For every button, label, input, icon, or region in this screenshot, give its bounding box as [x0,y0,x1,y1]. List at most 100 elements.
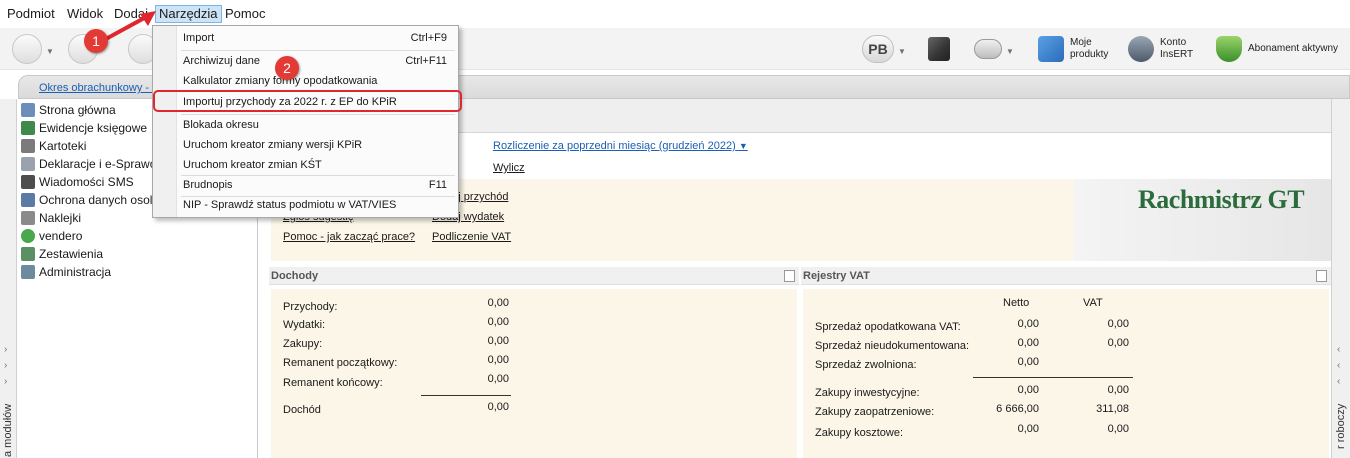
admin-icon [21,265,35,279]
menu-item-nip-vies[interactable]: NIP - Sprawdź status podmiotu w VAT/VIES [183,196,453,214]
vat-row-label: Zakupy inwestycyjne: [815,387,920,399]
menu-narzedzia[interactable]: Narzędzia [155,5,222,23]
sidebar-item-label: Zestawienia [39,247,104,261]
dochody-row-label: Remanent końcowy: [283,377,383,389]
vat-row-label: Zakupy zaopatrzeniowe: [815,406,935,418]
document-icon[interactable] [784,270,795,282]
dochody-row-label: Remanent początkowy: [283,357,398,369]
chevron-left-icon[interactable]: ‹ [1337,344,1340,355]
sidebar-item-administracja[interactable]: Administracja [21,263,156,281]
vat-divider [973,377,1133,378]
menu-item-label: Uruchom kreator zmiany wersji KPiR [183,139,363,151]
chevron-right-icon[interactable]: › [4,344,7,355]
workspace-vertical-label: r roboczy [1335,403,1347,449]
chevron-right-icon[interactable]: › [4,376,7,387]
product-logo: Rachmistrz GT [1074,179,1332,261]
dochody-row-label: Przychody: [283,301,338,313]
dochody-row-label: Wydatki: [283,319,326,331]
sidebar-item-vendero[interactable]: vendero [21,227,156,245]
books-icon [21,121,35,135]
step-badge-1: 1 [84,29,108,53]
chevron-down-icon[interactable]: ▼ [898,47,906,56]
sidebar-item-zestawienia[interactable]: Zestawienia [21,245,156,263]
konto-line1: Konto [1160,37,1187,48]
menu-item-brudnopis[interactable]: Brudnopis F11 [183,176,453,194]
workspace-strip[interactable]: ‹ ‹ ‹ r roboczy [1331,99,1350,458]
menu-item-label: Blokada okresu [183,119,259,131]
shield-check-icon [1216,36,1242,62]
abonament-label: Abonament aktywny [1248,43,1339,54]
highlight-annotation [153,90,462,112]
pomoc-link[interactable]: Pomoc - jak zacząć prace? [283,231,415,243]
dochody-row-value: 0,00 [487,354,509,366]
menu-item-import[interactable]: Import Ctrl+F9 [183,29,453,47]
vat-row-vat: 0,00 [1107,384,1129,396]
menu-item-label: Import [183,32,215,44]
menu-podmiot[interactable]: Podmiot [4,5,58,23]
sidebar-item-label: Administracja [39,265,112,279]
menu-item-label: Brudnopis [183,179,233,191]
vat-row-vat: 311,08 [1096,403,1129,415]
menu-item-kalkulator[interactable]: Kalkulator zmiany formy opodatkowania [183,72,453,90]
chevron-right-icon[interactable]: › [4,360,7,371]
menu-item-kreator-kst[interactable]: Uruchom kreator zmian KŚT [183,156,453,174]
sidebar-item-label: Strona główna [39,103,116,117]
vat-row-netto: 0,00 [1017,356,1039,368]
user-icon [1128,36,1154,62]
sidebar-item-sms[interactable]: Wiadomości SMS [21,173,156,191]
chevron-down-icon[interactable]: ▼ [1006,47,1014,56]
wylicz-link[interactable]: Wylicz [493,162,748,180]
vat-title: Rejestry VAT [803,270,870,282]
cube-icon[interactable] [928,37,950,61]
sidebar-item-ochrona[interactable]: Ochrona danych osol [21,191,156,209]
document-icon[interactable] [1316,270,1327,282]
pb-button[interactable]: PB [862,35,894,63]
menu-item-shortcut: Ctrl+F9 [410,32,447,44]
dochody-row-label: Zakupy: [283,338,323,350]
konto-label: Konto InsERT [1160,37,1193,61]
konto-insert-button[interactable]: Konto InsERT [1128,35,1193,63]
sidebar-item-label: Deklaracje i e-Sprawo [39,157,157,171]
menu-item-shortcut: F11 [428,179,447,191]
menu-pomoc[interactable]: Pomoc [222,5,268,23]
rozliczenie-label: Rozliczenie za poprzedni miesiąc (grudzi… [493,140,736,152]
chevron-left-icon[interactable]: ‹ [1337,360,1340,371]
sidebar-item-ewidencje[interactable]: Ewidencje księgowe [21,119,156,137]
cloud-icon[interactable] [974,39,1002,59]
sidebar-item-deklaracje[interactable]: Deklaracje i e-Sprawo [21,155,156,173]
dochody-row-value: 0,00 [487,335,509,347]
sidebar-item-label: Wiadomości SMS [39,175,134,189]
dochod-value: 0,00 [487,401,509,413]
mail-button[interactable] [12,34,42,64]
vat-row-label: Zakupy kosztowe: [815,427,904,439]
dochody-body: Przychody: 0,00 Wydatki: 0,00 Zakupy: 0,… [271,289,797,458]
period-link[interactable]: Okres obrachunkowy - l [39,82,155,94]
sms-icon [21,175,35,189]
menu-item-archiwizuj[interactable]: Archiwizuj dane Ctrl+F11 [183,52,453,70]
vat-panel: Rejestry VAT Netto VAT Sprzedaż opodatko… [801,267,1331,458]
vat-row-netto: 0,00 [1017,318,1039,330]
chevron-down-icon[interactable]: ▼ [46,47,54,56]
vat-row-label: Sprzedaż zwolniona: [815,359,917,371]
sidebar-item-naklejki[interactable]: Naklejki [21,209,156,227]
rozliczenie-link[interactable]: Rozliczenie za poprzedni miesiąc (grudzi… [493,140,748,158]
vat-row-netto: 0,00 [1017,384,1039,396]
sidebar-strip[interactable]: › › › a modułów [0,99,17,458]
chevron-left-icon[interactable]: ‹ [1337,376,1340,387]
dochod-label: Dochód [283,404,321,416]
col-netto: Netto [1003,297,1030,309]
chevron-down-icon: ▼ [738,141,748,151]
cards-icon [21,139,35,153]
menu-item-blokada[interactable]: Blokada okresu [183,116,453,134]
vat-row-netto: 6 666,00 [996,403,1039,415]
my-products-button[interactable]: Moje produkty [1038,35,1108,63]
home-icon [21,103,35,117]
menu-gutter [153,26,177,217]
podliczenie-vat-link[interactable]: Podliczenie VAT [432,231,511,243]
sum-divider [421,395,511,396]
menu-item-kreator-kpir[interactable]: Uruchom kreator zmiany wersji KPiR [183,136,453,154]
sidebar-item-kartoteki[interactable]: Kartoteki [21,137,156,155]
sidebar-item-strona-glowna[interactable]: Strona główna [21,101,156,119]
abonament-button[interactable]: Abonament aktywny [1216,35,1338,63]
konto-line2: InsERT [1160,49,1194,60]
